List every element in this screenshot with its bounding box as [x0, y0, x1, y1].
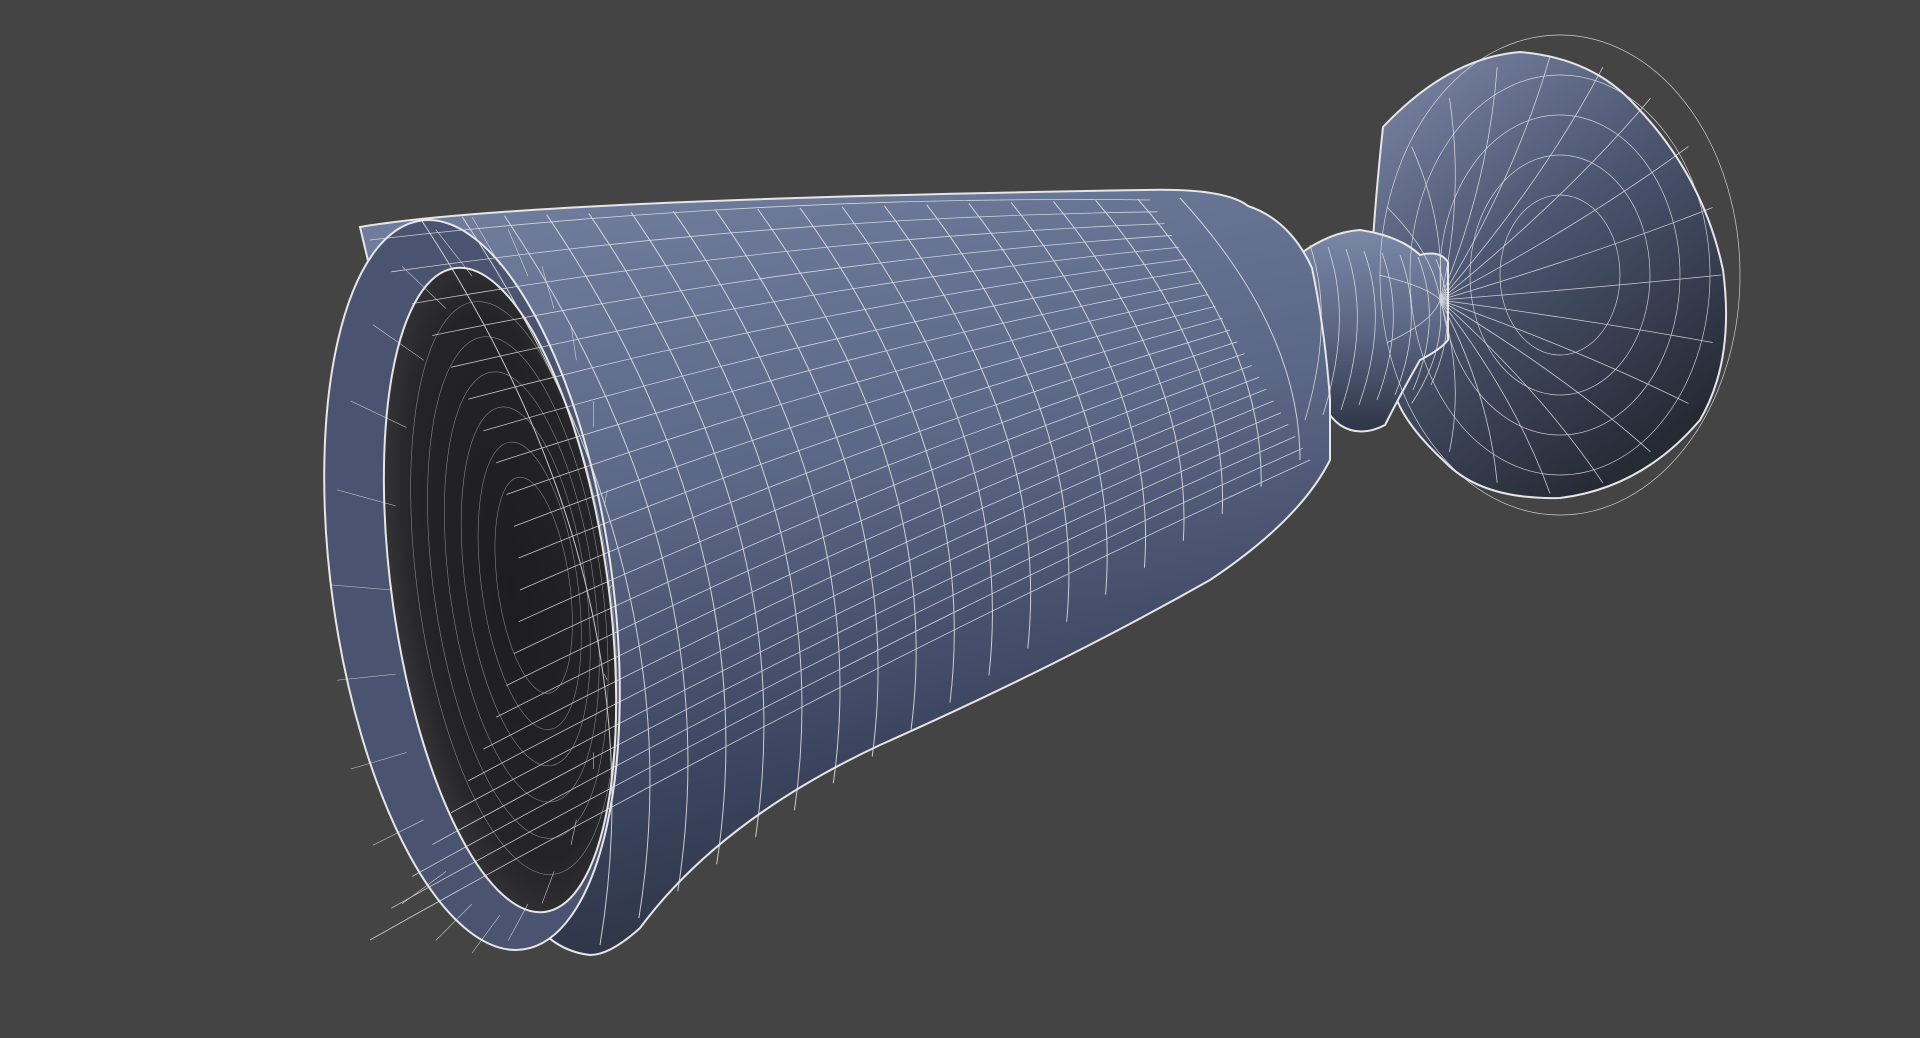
3d-viewport[interactable] [0, 0, 1920, 1038]
mesh-render [323, 34, 1741, 957]
